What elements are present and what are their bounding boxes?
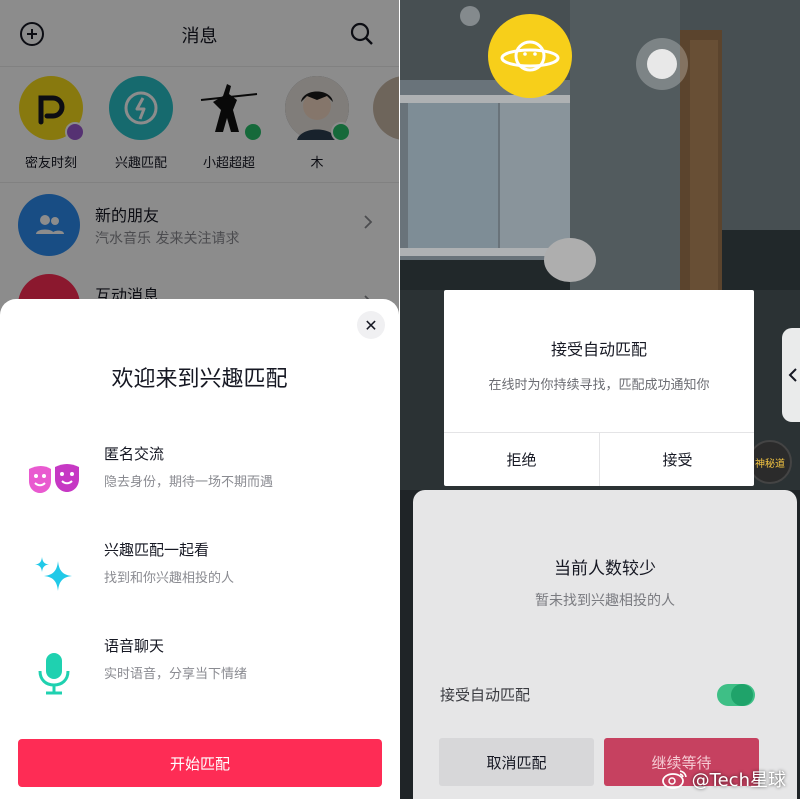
planet-icon[interactable] — [488, 14, 572, 98]
sheet-title: 欢迎来到兴趣匹配 — [111, 367, 288, 392]
chevron-left-icon[interactable] — [782, 328, 800, 422]
panel-title: 当前人数较少 — [554, 559, 656, 579]
interest-match-sheet: ✕ 欢迎来到兴趣匹配 匿名交流 隐去身份，期待一场不期而遇 兴趣匹配一起看 找到… — [0, 299, 399, 799]
feature-voice-chat: 语音聊天 实时语音，分享当下情绪 — [0, 635, 399, 705]
auto-match-label: 接受自动匹配 — [440, 686, 531, 704]
cancel-matching-button[interactable]: 取消匹配 — [439, 738, 594, 786]
weibo-icon — [661, 770, 687, 789]
feature-anonymous: 匿名交流 隐去身份，期待一场不期而遇 — [0, 443, 399, 513]
feature-watch-together: 兴趣匹配一起看 找到和你兴趣相投的人 — [0, 539, 399, 609]
reject-button[interactable]: 拒绝 — [444, 433, 599, 486]
panel-subtitle: 暂未找到兴趣相投的人 — [535, 593, 675, 609]
record-button[interactable] — [636, 38, 688, 90]
dialog-subtitle: 在线时为你持续寻找，匹配成功通知你 — [488, 378, 710, 393]
close-icon[interactable]: ✕ — [357, 311, 385, 339]
theater-masks-icon — [26, 453, 82, 509]
messages-screen: 消息 密友时刻 兴趣匹配 小超超超 木 新的朋友 汽水音乐 发来关注请求 互动消… — [0, 0, 399, 799]
sparkle-icon — [26, 549, 82, 605]
feature-subtitle: 隐去身份，期待一场不期而遇 — [104, 475, 274, 490]
dialog-title: 接受自动匹配 — [550, 340, 647, 359]
accept-button[interactable]: 接受 — [600, 433, 755, 486]
feature-title: 匿名交流 — [104, 445, 165, 463]
watermark-text: @Tech星球 — [691, 770, 786, 791]
feature-subtitle: 实时语音，分享当下情绪 — [104, 667, 248, 682]
matching-screen: 神秘道 当前人数较少 暂未找到兴趣相投的人 接受自动匹配 取消匹配 继续等待 接… — [400, 0, 800, 799]
start-matching-button[interactable]: 开始匹配 — [18, 739, 382, 787]
auto-match-toggle[interactable] — [717, 684, 755, 706]
waiting-panel: 当前人数较少 暂未找到兴趣相投的人 接受自动匹配 取消匹配 继续等待 — [413, 490, 797, 799]
feature-title: 兴趣匹配一起看 — [104, 541, 210, 559]
microphone-icon — [26, 645, 82, 701]
feature-title: 语音聊天 — [104, 637, 165, 655]
watermark: @Tech星球 — [661, 766, 786, 792]
feature-subtitle: 找到和你兴趣相投的人 — [104, 571, 235, 586]
auto-match-dialog: 接受自动匹配 在线时为你持续寻找，匹配成功通知你 拒绝 接受 — [444, 290, 754, 486]
